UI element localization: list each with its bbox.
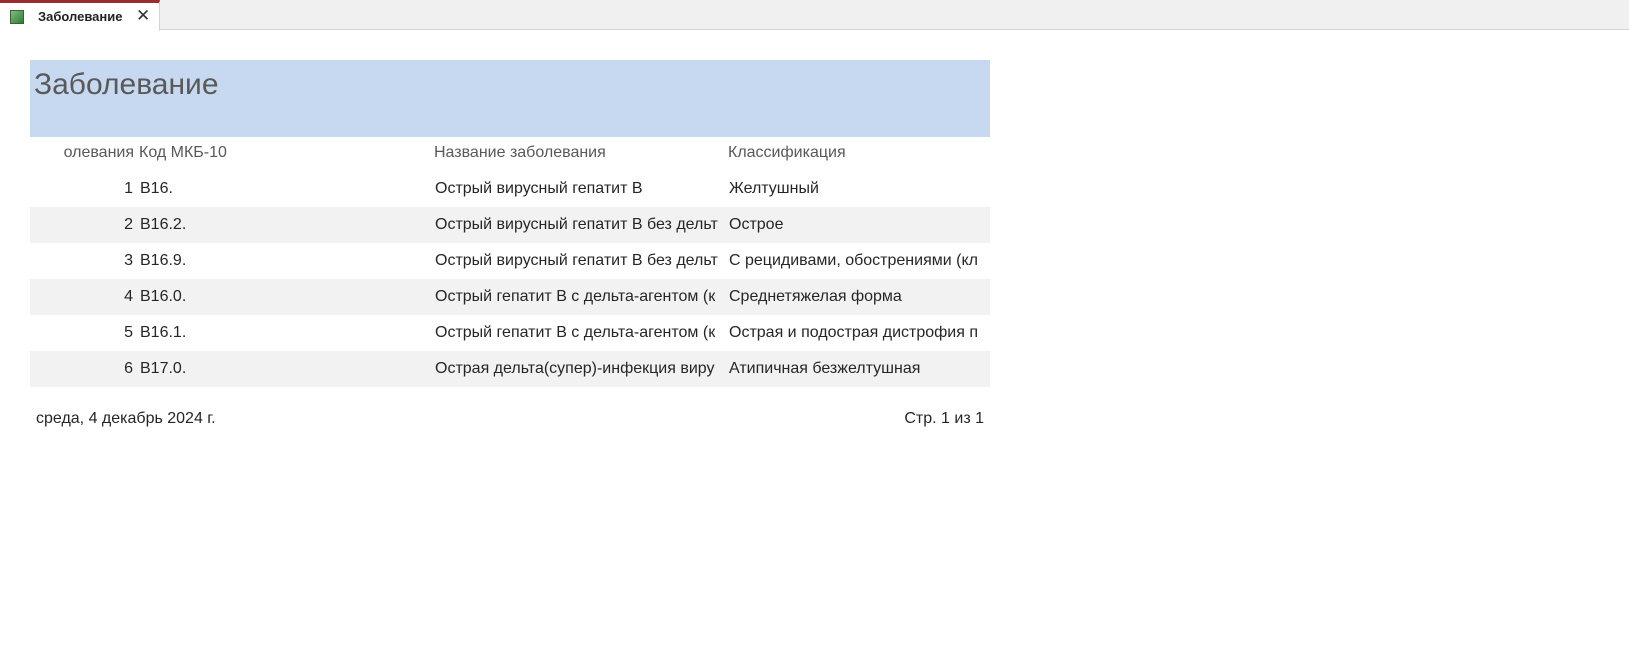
table-row: 2 B16.2. Острый вирусный гепатит В без д…: [30, 207, 990, 243]
report-header: Заболевание: [30, 60, 990, 137]
table-row: 1 B16. Острый вирусный гепатит В Желтушн…: [30, 171, 990, 207]
row-name: Острый вирусный гепатит В без дельт: [435, 252, 718, 269]
row-classification: Острая и подострая дистрофия п: [729, 324, 979, 341]
table-row: 3 B16.9. Острый вирусный гепатит В без д…: [30, 243, 990, 279]
tab-label: Заболевание: [38, 9, 123, 24]
table-row: 4 B16.0. Острый гепатит В с дельта-агент…: [30, 279, 990, 315]
row-number: 1: [124, 180, 133, 197]
column-header-name: Название заболевания: [434, 144, 606, 161]
report-rows: 1 B16. Острый вирусный гепатит В Желтушн…: [30, 171, 990, 387]
row-code: B16.9.: [140, 252, 187, 269]
column-header-code: Код МКБ-10: [139, 144, 227, 161]
row-code: B16.: [140, 180, 173, 197]
page-number: Стр. 1 из 1: [904, 410, 984, 427]
column-header-classification: Классификация: [728, 144, 846, 161]
row-number: 2: [124, 216, 133, 233]
row-name: Острый гепатит В с дельта-агентом (к: [435, 324, 716, 341]
row-classification: Атипичная безжелтушная: [729, 360, 921, 377]
row-number: 3: [124, 252, 133, 269]
column-header-number: олевания: [63, 144, 134, 161]
report-date: среда, 4 декабрь 2024 г.: [36, 410, 216, 427]
report-title: Заболевание: [34, 68, 219, 101]
close-icon[interactable]: ✕: [136, 6, 150, 26]
row-code: B16.1.: [140, 324, 187, 341]
row-number: 4: [124, 288, 133, 305]
row-name: Острый гепатит В с дельта-агентом (к: [435, 288, 716, 305]
row-number: 5: [124, 324, 133, 341]
row-code: B16.0.: [140, 288, 187, 305]
table-row: 6 B17.0. Острая дельта(супер)-инфекция в…: [30, 351, 990, 387]
table-row: 5 B16.1. Острый гепатит В с дельта-агент…: [30, 315, 990, 351]
row-classification: Желтушный: [729, 180, 819, 197]
row-classification: Среднетяжелая форма: [729, 288, 902, 305]
row-code: B17.0.: [140, 360, 187, 377]
row-name: Острый вирусный гепатит В: [435, 180, 643, 197]
row-classification: С рецидивами, обострениями (кл: [729, 252, 978, 269]
tab-zabolevanie[interactable]: Заболевание ✕: [0, 0, 160, 31]
row-classification: Острое: [729, 216, 784, 233]
row-code: B16.2.: [140, 216, 187, 233]
row-name: Острая дельта(супер)-инфекция виру: [435, 360, 715, 377]
report-icon: [10, 10, 24, 24]
document-tab-bar: Заболевание ✕: [0, 0, 1629, 31]
row-name: Острый вирусный гепатит В без дельт: [435, 216, 718, 233]
row-number: 6: [124, 360, 133, 377]
